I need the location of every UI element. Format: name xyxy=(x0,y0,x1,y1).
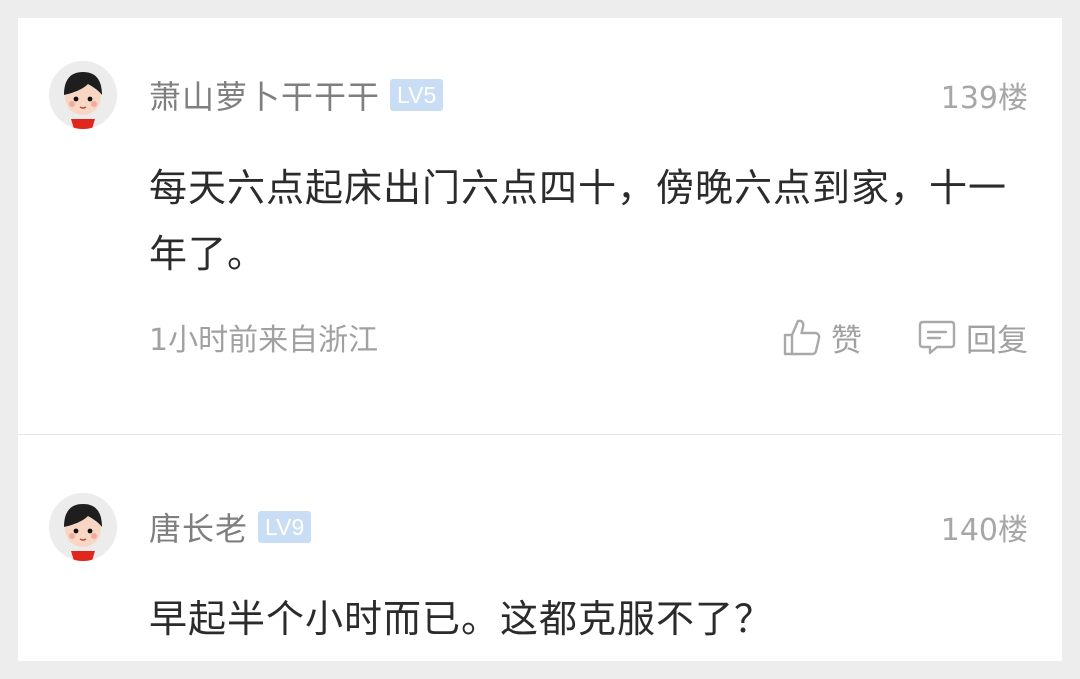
avatar[interactable] xyxy=(49,493,117,561)
like-button[interactable]: 赞 xyxy=(781,315,862,360)
comment-item: 唐长老 LV9 140楼 早起半个小时而已。这都克服不了？ xyxy=(18,435,1062,661)
reply-button[interactable]: 回复 xyxy=(916,315,1028,360)
comment-panel: 萧山萝卜干干干 LV5 139楼 每天六点起床出门六点四十，傍晚六点到家，十一年… xyxy=(18,18,1062,661)
cartoon-avatar-icon xyxy=(49,493,117,561)
comment-item: 萧山萝卜干干干 LV5 139楼 每天六点起床出门六点四十，傍晚六点到家，十一年… xyxy=(18,18,1062,434)
reply-label: 回复 xyxy=(966,322,1028,359)
thumbs-up-icon xyxy=(783,319,821,356)
floor-number: 139楼 xyxy=(940,81,1028,116)
comment-meta: 1小时前来自浙江 xyxy=(149,323,379,358)
floor-number: 140楼 xyxy=(940,513,1028,548)
comment-header: 萧山萝卜干干干 LV5 139楼 xyxy=(149,72,1028,118)
comment-text: 每天六点起床出门六点四十，傍晚六点到家，十一年了。 xyxy=(149,166,1008,276)
level-badge: LV5 xyxy=(390,79,444,111)
username[interactable]: 萧山萝卜干干干 xyxy=(149,72,380,118)
like-label: 赞 xyxy=(831,322,862,359)
comment-header: 唐长老 LV9 140楼 xyxy=(149,504,1028,550)
username[interactable]: 唐长老 xyxy=(149,504,248,550)
comment-actions: 赞 回复 xyxy=(781,314,1028,360)
comment-bubble-icon xyxy=(918,320,956,355)
level-badge: LV9 xyxy=(258,511,312,543)
cartoon-avatar-icon xyxy=(49,61,117,129)
avatar[interactable] xyxy=(49,61,117,129)
comment-text: 早起半个小时而已。这都克服不了？ xyxy=(149,597,774,641)
